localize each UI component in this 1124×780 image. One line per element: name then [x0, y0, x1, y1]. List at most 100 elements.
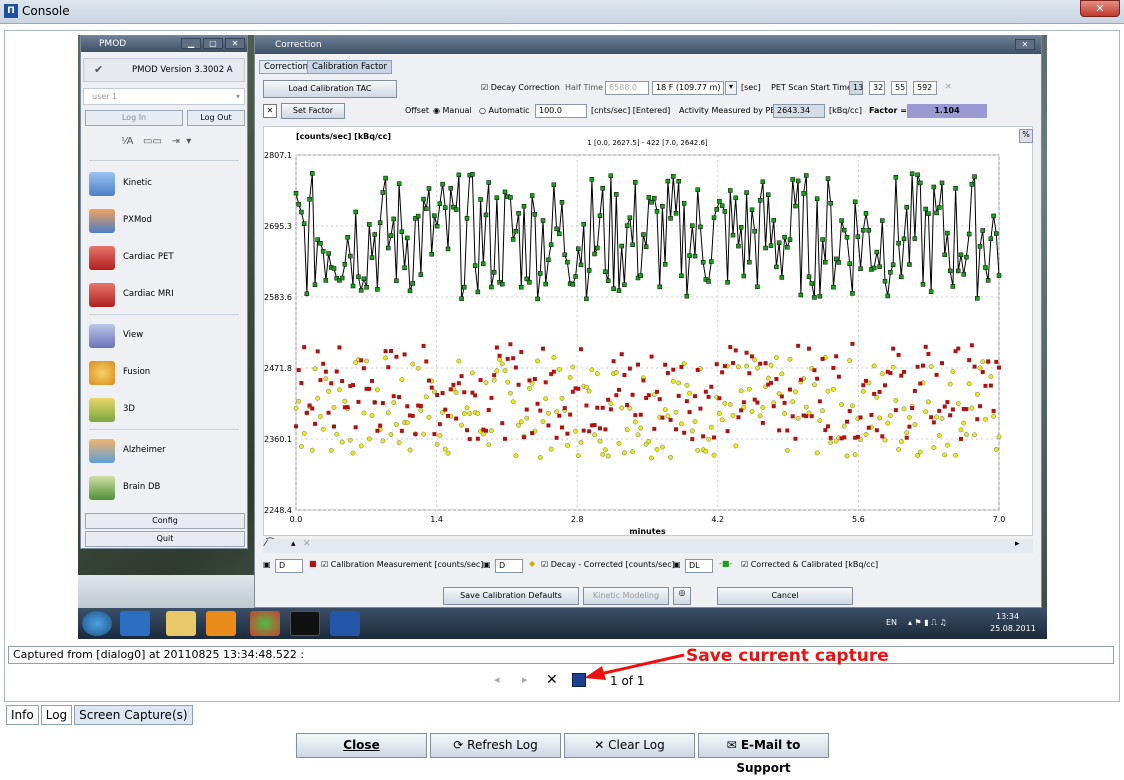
legend-decay[interactable]: ☑ Decay - Corrected [counts/sec] [541, 560, 675, 569]
calibration-point [554, 435, 559, 440]
language-indicator[interactable]: EN [886, 618, 897, 627]
minimize-icon[interactable]: ▁ [181, 38, 201, 49]
cmd-icon[interactable] [290, 611, 320, 636]
start-button[interactable] [82, 611, 112, 636]
chevron-right-icon[interactable]: ▸ [1015, 539, 1020, 549]
clock-date[interactable]: 25.08.2011 [990, 624, 1036, 633]
set-factor-button[interactable]: Set Factor [281, 103, 345, 119]
next-icon[interactable]: ▸ [522, 673, 528, 686]
tool-brain-db[interactable]: Brain DB [89, 476, 239, 500]
chrome-icon[interactable] [250, 611, 280, 636]
clear-time-icon[interactable]: ✕ [945, 82, 952, 91]
calibration-point [923, 344, 928, 349]
calibration-point [353, 425, 358, 430]
prev-icon[interactable]: ◂ [494, 673, 500, 686]
save-capture-icon[interactable] [572, 673, 586, 687]
tool-cardiac-mri[interactable]: Cardiac MRI [89, 283, 239, 307]
scan-ms-field[interactable]: 592 [913, 81, 937, 95]
close-factor-icon[interactable]: ✕ [263, 104, 277, 118]
load-calibration-tac-button[interactable]: Load Calibration TAC [263, 80, 397, 98]
legend-corrected[interactable]: ☑ Corrected & Calibrated [kBq/cc] [741, 560, 878, 569]
manual-radio[interactable]: ◉ Manual [433, 106, 472, 115]
clock-time[interactable]: 13:34 [996, 612, 1019, 621]
close-icon[interactable]: ✕ [303, 539, 311, 549]
isotope-select[interactable]: 18 F (109.77 m) [652, 81, 724, 95]
scan-second-field[interactable]: 55 [891, 81, 907, 95]
tool-3d[interactable]: 3D [89, 398, 239, 422]
save-icon[interactable]: ▣ [483, 560, 491, 569]
scan-hour-field[interactable]: 13 [849, 81, 863, 95]
close-button[interactable]: Close [296, 733, 427, 758]
calibration-point [698, 406, 703, 411]
half-time-field[interactable]: 6588.0 [605, 81, 649, 95]
tab-info[interactable]: Info [6, 705, 39, 725]
tab-correction[interactable]: Correction [259, 60, 313, 74]
save-calibration-defaults-button[interactable]: Save Calibration Defaults [443, 587, 579, 605]
decay-point [638, 425, 644, 431]
quit-button[interactable]: Quit [85, 531, 245, 547]
corrected-point [551, 182, 557, 188]
folder-icon[interactable] [166, 611, 196, 636]
automatic-radio[interactable]: ○ Automatic [479, 106, 530, 115]
app-icon: Π [4, 4, 18, 18]
corrected-point [662, 262, 668, 267]
save-icon[interactable]: ▣ [673, 560, 681, 569]
corrected-point [776, 240, 782, 245]
corrected-point [763, 245, 768, 251]
window-close-button[interactable]: ✕ [1080, 0, 1120, 17]
calibration-point [467, 437, 472, 442]
decay-point [575, 453, 581, 459]
scan-minute-field[interactable]: 32 [869, 81, 885, 95]
cube-icon [89, 398, 115, 422]
tool-pxmod[interactable]: PXMod [89, 209, 239, 233]
zoom-percent-icon[interactable]: % [1019, 129, 1033, 143]
legend-calibration[interactable]: ☑ Calibration Measurement [counts/sec] [321, 560, 483, 569]
close-icon[interactable]: ✕ [1015, 39, 1035, 50]
decay-correction-check[interactable]: ☑ Decay Correction [481, 83, 560, 92]
kinetic-modeling-button[interactable]: Kinetic Modeling [583, 587, 669, 605]
corrected-point [586, 268, 592, 273]
tool-fusion[interactable]: Fusion [89, 361, 239, 385]
tray-icons[interactable]: ▴ ⚑ ▮ ⎍ ♫ [908, 618, 947, 628]
check-icon[interactable]: ✔ [94, 59, 103, 81]
chevron-down-icon[interactable]: ▾ [725, 81, 737, 95]
refresh-log-button[interactable]: ⟳ Refresh Log [430, 733, 561, 758]
tab-screen-captures[interactable]: Screen Capture(s) [74, 705, 193, 725]
logout-button[interactable]: Log Out [187, 110, 245, 126]
arrow-up-icon[interactable]: ▴ [291, 539, 296, 549]
config-button[interactable]: Config [85, 513, 245, 529]
tool-kinetic[interactable]: Kinetic [89, 172, 239, 196]
tool-view[interactable]: View [89, 324, 239, 348]
legend-style-1[interactable]: D [275, 559, 303, 573]
offset-field[interactable]: 100.0 [535, 104, 587, 118]
line-style-icon[interactable]: ⁄⁀ [265, 539, 274, 549]
outlook-icon[interactable] [206, 611, 236, 636]
toolbar-icons[interactable]: ⅟A ▭▭ ⇥ ▾ [121, 136, 191, 147]
tool-cardiac-pet[interactable]: Cardiac PET [89, 246, 239, 270]
tab-calibration-factor[interactable]: Calibration Factor [307, 60, 392, 74]
settings-icon[interactable]: ◎ [673, 587, 691, 605]
ie-icon[interactable] [120, 611, 150, 636]
delete-capture-icon[interactable]: ✕ [546, 672, 558, 688]
calibration-point [541, 346, 545, 351]
cancel-button[interactable]: Cancel [717, 587, 853, 605]
capture-info-field[interactable]: Captured from [dialog0] at 20110825 13:3… [8, 646, 1114, 664]
user-select[interactable]: user 1 ▾ [83, 88, 245, 105]
corrected-point [608, 173, 614, 178]
activity-field[interactable]: 2643.34 [773, 104, 825, 118]
login-button[interactable]: Log In [85, 110, 183, 126]
clear-log-button[interactable]: ✕ Clear Log [564, 733, 695, 758]
correction-title: Correction [275, 40, 322, 50]
corrected-point [719, 203, 725, 208]
save-icon[interactable]: ▣ [263, 560, 271, 569]
email-support-button[interactable]: ✉ E-Mail to Support [698, 733, 829, 775]
maximize-icon[interactable]: ▢ [203, 38, 223, 49]
legend-style-2[interactable]: D [495, 559, 523, 573]
pmod-task-icon[interactable] [330, 611, 360, 636]
tool-alzheimer[interactable]: Alzheimer [89, 439, 239, 463]
tab-log[interactable]: Log [40, 705, 73, 725]
corrected-point [798, 292, 804, 298]
close-icon[interactable]: ✕ [225, 38, 245, 49]
legend-style-3[interactable]: DL [685, 559, 713, 573]
calibration-plot[interactable]: 2807.1 2695.3 2583.6 2471.8 2360.1 2248.4 0.0 1… [263, 126, 1033, 536]
